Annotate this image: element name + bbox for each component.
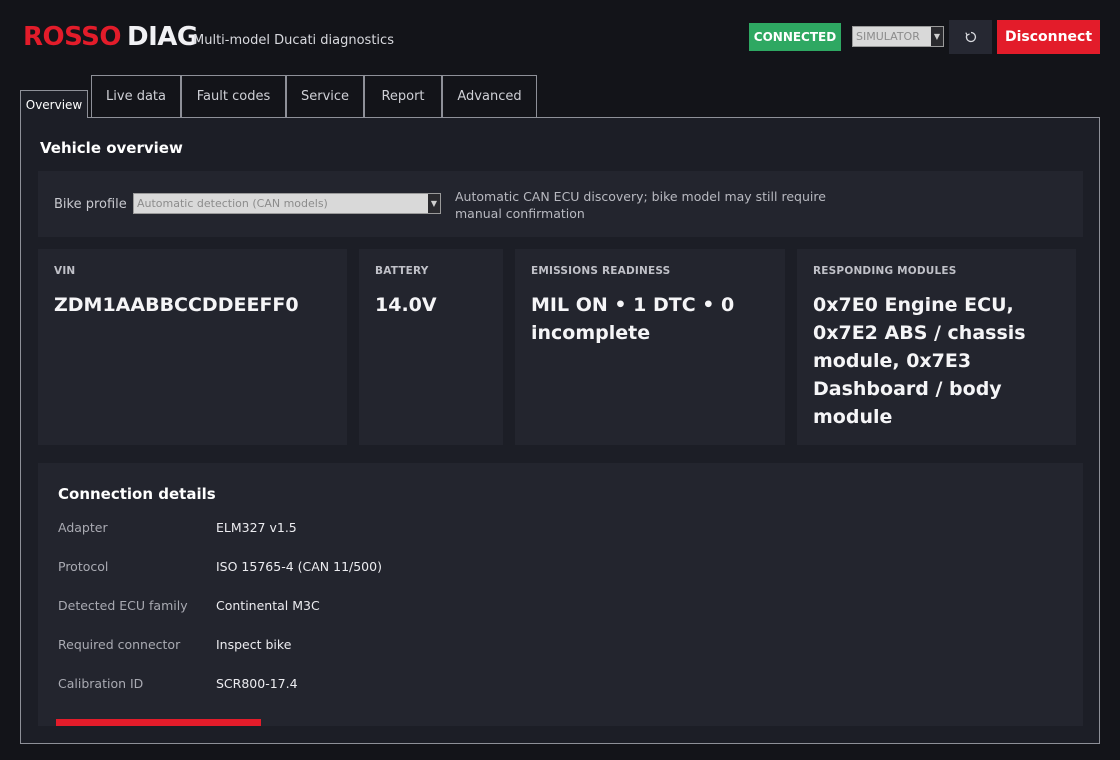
chevron-down-icon: ▼ xyxy=(931,27,943,46)
tab-report[interactable]: Report xyxy=(364,75,442,117)
detail-key: Required connector xyxy=(58,637,181,652)
detail-value: Inspect bike xyxy=(216,637,292,652)
detail-value: ISO 15765-4 (CAN 11/500) xyxy=(216,559,382,574)
tab-fault-codes[interactable]: Fault codes xyxy=(181,75,286,117)
bike-profile-select[interactable]: Automatic detection (CAN models) ▼ xyxy=(133,193,441,214)
disconnect-button[interactable]: Disconnect xyxy=(997,20,1100,54)
bike-profile-label: Bike profile xyxy=(54,197,127,212)
app-subtitle: Multi-model Ducati diagnostics xyxy=(193,33,394,48)
card-value: 0x7E0 Engine ECU, 0x7E2 ABS / chassis mo… xyxy=(813,294,1026,428)
card-value: MIL ON • 1 DTC • 0 incomplete xyxy=(531,294,735,344)
connection-details-title: Connection details xyxy=(58,485,216,503)
detail-key: Protocol xyxy=(58,559,109,574)
chevron-down-icon: ▼ xyxy=(428,194,440,213)
tab-advanced[interactable]: Advanced xyxy=(442,75,537,117)
bike-profile-row: Bike profile Automatic detection (CAN mo… xyxy=(38,171,1083,237)
logo-white-text: DIAG xyxy=(127,22,198,52)
refresh-icon xyxy=(964,31,976,43)
battery-card: BATTERY 14.0V xyxy=(359,249,503,445)
modules-card: RESPONDING MODULES 0x7E0 Engine ECU, 0x7… xyxy=(797,249,1076,445)
card-label: VIN xyxy=(54,265,76,277)
detail-value: ELM327 v1.5 xyxy=(216,520,297,535)
bike-profile-value: Automatic detection (CAN models) xyxy=(137,197,328,210)
section-title: Vehicle overview xyxy=(40,139,183,157)
logo-red-text: ROSSO xyxy=(23,22,122,52)
card-label: RESPONDING MODULES xyxy=(813,265,957,277)
detail-key: Calibration ID xyxy=(58,676,144,691)
detail-key: Adapter xyxy=(58,520,108,535)
refresh-button[interactable] xyxy=(949,20,992,54)
overview-panel: Vehicle overview Bike profile Automatic … xyxy=(20,117,1100,744)
connection-status-badge: CONNECTED xyxy=(749,23,841,51)
card-label: EMISSIONS READINESS xyxy=(531,265,671,277)
connection-details: Connection details Adapter ELM327 v1.5 P… xyxy=(38,463,1083,726)
progress-bar xyxy=(56,719,261,726)
mode-select[interactable]: SIMULATOR ▼ xyxy=(852,26,944,47)
emissions-card: EMISSIONS READINESS MIL ON • 1 DTC • 0 i… xyxy=(515,249,785,445)
card-value: ZDM1AABBCCDDEEFF0 xyxy=(54,294,299,316)
app-logo: ROSSO DIAG xyxy=(23,22,198,52)
tab-live-data[interactable]: Live data xyxy=(91,75,181,117)
detail-value: Continental M3C xyxy=(216,598,320,613)
vin-card: VIN ZDM1AABBCCDDEEFF0 xyxy=(38,249,347,445)
detail-value: SCR800-17.4 xyxy=(216,676,298,691)
mode-select-value: SIMULATOR xyxy=(856,30,920,43)
tab-overview[interactable]: Overview xyxy=(20,90,88,118)
card-value: 14.0V xyxy=(375,294,437,316)
card-label: BATTERY xyxy=(375,265,429,277)
bike-profile-note: Automatic CAN ECU discovery; bike model … xyxy=(455,189,826,221)
tab-service[interactable]: Service xyxy=(286,75,364,117)
detail-key: Detected ECU family xyxy=(58,598,188,613)
